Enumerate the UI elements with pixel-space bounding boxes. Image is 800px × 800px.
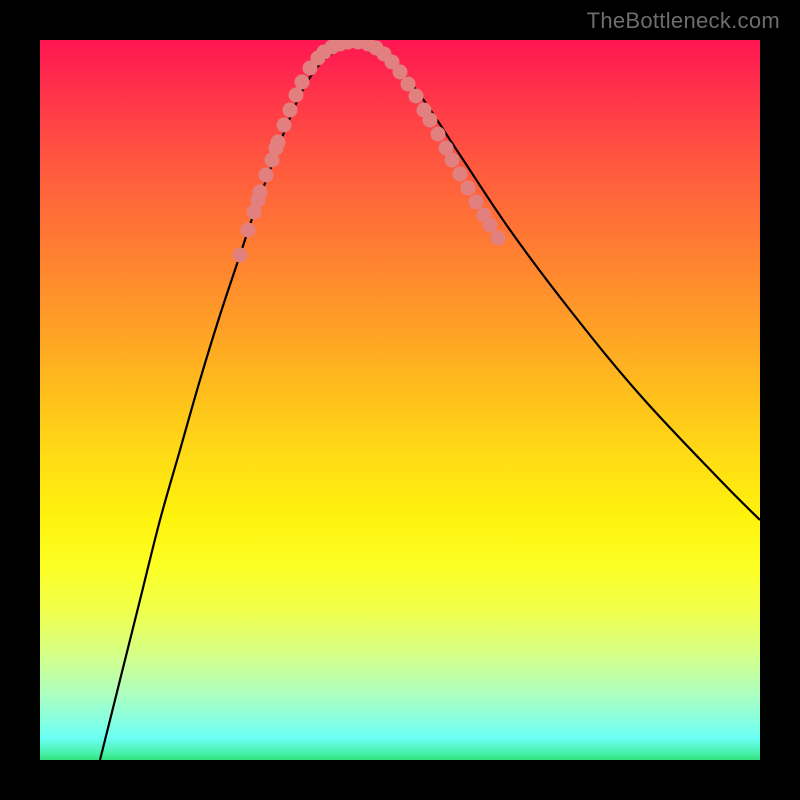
datapoint-marker (445, 153, 460, 168)
curve-layer (40, 40, 760, 760)
datapoint-marker (423, 113, 438, 128)
bottleneck-curve (100, 43, 760, 760)
watermark-text: TheBottleneck.com (587, 8, 780, 34)
datapoint-marker (483, 218, 498, 233)
datapoint-marker (491, 231, 506, 246)
datapoint-marker (241, 223, 256, 238)
datapoint-marker (259, 168, 274, 183)
outer-frame: TheBottleneck.com (0, 0, 800, 800)
datapoint-marker (277, 118, 292, 133)
marker-group (233, 40, 506, 263)
datapoint-marker (283, 103, 298, 118)
plot-area (40, 40, 760, 760)
datapoint-marker (253, 185, 268, 200)
datapoint-marker (271, 135, 286, 150)
datapoint-marker (409, 89, 424, 104)
datapoint-marker (431, 127, 446, 142)
datapoint-marker (461, 181, 476, 196)
datapoint-marker (469, 195, 484, 210)
datapoint-marker (295, 75, 310, 90)
datapoint-marker (233, 248, 248, 263)
datapoint-marker (453, 167, 468, 182)
datapoint-marker (289, 88, 304, 103)
